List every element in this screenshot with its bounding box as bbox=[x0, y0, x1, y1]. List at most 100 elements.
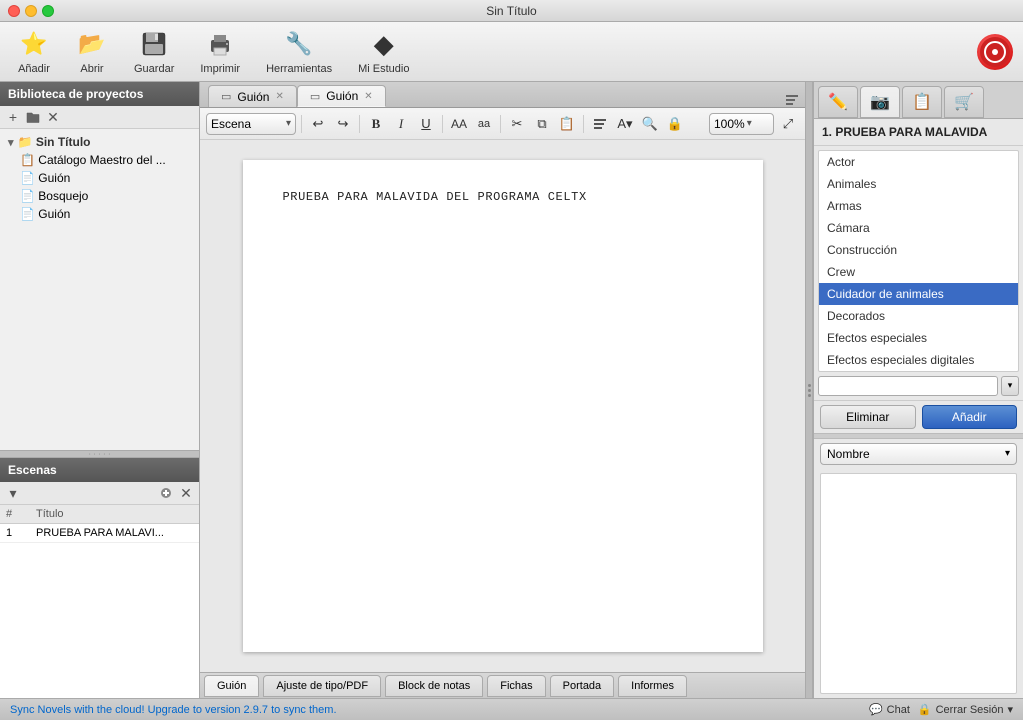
eliminar-button[interactable]: Eliminar bbox=[820, 405, 916, 429]
sidebar-add-btn[interactable]: + bbox=[5, 109, 21, 125]
script-text: PRUEBA PARA MALAVIDA DEL PROGRAMA CELTX bbox=[283, 190, 723, 204]
zoom-select[interactable]: 100% ▾ bbox=[709, 113, 774, 135]
zoom-value: 100% bbox=[714, 117, 745, 131]
category-armas[interactable]: Armas bbox=[819, 195, 1018, 217]
chat-label: Chat bbox=[887, 704, 910, 716]
tree-item-guion1[interactable]: 📄 Guión bbox=[12, 169, 199, 187]
paste-button[interactable]: 📋 bbox=[556, 113, 578, 135]
fullscreen-button[interactable]: ⤢ bbox=[777, 113, 799, 135]
tab-guion-1[interactable]: ▭ Guión ✕ bbox=[208, 85, 297, 107]
tab-portada[interactable]: Portada bbox=[550, 675, 615, 697]
right-panel-tabs: ✏️ 📷 📋 🛒 bbox=[814, 82, 1023, 119]
toolbar-save[interactable]: Guardar bbox=[126, 24, 182, 79]
right-tab-list[interactable]: 📋 bbox=[902, 86, 942, 118]
nombre-select[interactable]: Nombre ▾ bbox=[820, 443, 1017, 465]
toolbar-mystudio[interactable]: ◆ Mi Estudio bbox=[350, 24, 417, 79]
catalog-label: Catálogo Maestro del ... bbox=[38, 153, 165, 167]
category-camara[interactable]: Cámara bbox=[819, 217, 1018, 239]
right-divider[interactable] bbox=[814, 433, 1023, 439]
scenes-add-icon[interactable] bbox=[158, 485, 174, 501]
tab-fichas[interactable]: Fichas bbox=[487, 675, 545, 697]
library-title: Biblioteca de proyectos bbox=[8, 87, 143, 101]
tree-root[interactable]: ▾ 📁 Sin Título bbox=[0, 133, 199, 151]
tab-close-2[interactable]: ✕ bbox=[364, 91, 372, 102]
toolbar-print[interactable]: Imprimir bbox=[192, 24, 248, 79]
search-button[interactable]: 🔍 bbox=[639, 113, 661, 135]
sidebar-close-btn[interactable]: ✕ bbox=[45, 109, 61, 125]
table-row[interactable]: 1 PRUEBA PARA MALAVI... bbox=[0, 524, 199, 543]
anadir-button[interactable]: Añadir bbox=[922, 405, 1018, 429]
tree-item-bosquejo[interactable]: 📄 Bosquejo bbox=[12, 187, 199, 205]
sidebar-toolbar: + ✕ bbox=[0, 106, 199, 129]
add-icon: ⭐ bbox=[18, 28, 50, 60]
toolbar: ⭐ Añadir 📂 Abrir Guardar Imprimir bbox=[0, 22, 1023, 82]
category-animales[interactable]: Animales bbox=[819, 173, 1018, 195]
scissors-button[interactable]: ✂ bbox=[506, 113, 528, 135]
tab-block[interactable]: Block de notas bbox=[385, 675, 483, 697]
script-area[interactable]: PRUEBA PARA MALAVIDA DEL PROGRAMA CELTX bbox=[200, 140, 805, 672]
bosquejo-label: Bosquejo bbox=[38, 189, 88, 203]
bold-button[interactable]: B bbox=[365, 113, 387, 135]
right-tab-photo[interactable]: 📷 bbox=[860, 86, 900, 118]
tab-guion-2[interactable]: ▭ Guión ✕ bbox=[297, 85, 386, 107]
nombre-arrow: ▾ bbox=[1005, 448, 1010, 459]
celtx-logo bbox=[977, 34, 1013, 70]
scene-type-select[interactable]: Escena ▾ bbox=[206, 113, 296, 135]
guion2-label: Guión bbox=[38, 207, 70, 221]
category-cuidador[interactable]: Cuidador de animales bbox=[819, 283, 1018, 305]
toolbar-add[interactable]: ⭐ Añadir bbox=[10, 24, 58, 79]
scenes-table: # Título 1 PRUEBA PARA MALAVI... bbox=[0, 505, 199, 698]
resize-handle[interactable] bbox=[805, 82, 813, 698]
category-actor[interactable]: Actor bbox=[819, 151, 1018, 173]
sidebar-divider[interactable]: · · · · · bbox=[0, 450, 199, 458]
status-bar: Sync Novels with the cloud! Upgrade to v… bbox=[0, 698, 1023, 720]
scenes-panel: Escenas ▾ ✕ # bbox=[0, 458, 199, 698]
nombre-label: Nombre bbox=[827, 447, 870, 461]
sync-text[interactable]: Sync Novels with the cloud! Upgrade to v… bbox=[10, 704, 337, 716]
format-extra-button[interactable]: A▾ bbox=[614, 113, 636, 135]
font-large-button[interactable]: AA bbox=[448, 113, 470, 135]
font-small-button[interactable]: aa bbox=[473, 113, 495, 135]
tab-close-1[interactable]: ✕ bbox=[275, 91, 283, 102]
redo-button[interactable]: ↪ bbox=[332, 113, 354, 135]
close-button[interactable] bbox=[8, 5, 20, 17]
scene-type-value: Escena bbox=[211, 117, 251, 131]
tools-icon: 🔧 bbox=[283, 28, 315, 60]
underline-button[interactable]: U bbox=[415, 113, 437, 135]
tab-label-1: Guión bbox=[237, 90, 269, 104]
minimize-button[interactable] bbox=[25, 5, 37, 17]
scenes-expand-btn[interactable]: ▾ bbox=[5, 485, 21, 501]
category-construccion[interactable]: Construcción bbox=[819, 239, 1018, 261]
category-input[interactable] bbox=[818, 376, 998, 396]
input-row: ▾ bbox=[818, 376, 1019, 396]
category-decorados[interactable]: Decorados bbox=[819, 305, 1018, 327]
toolbar-tools[interactable]: 🔧 Herramientas bbox=[258, 24, 340, 79]
category-efectos-digitales[interactable]: Efectos especiales digitales bbox=[819, 349, 1018, 371]
lock-button[interactable]: 🔒 bbox=[664, 113, 686, 135]
right-tab-edit[interactable]: ✏️ bbox=[818, 86, 858, 118]
tree-item-catalog[interactable]: 📋 Catálogo Maestro del ... bbox=[12, 151, 199, 169]
scenes-delete-btn[interactable]: ✕ bbox=[178, 485, 194, 501]
divider-dots: · · · · · bbox=[88, 450, 110, 459]
undo-button[interactable]: ↩ bbox=[307, 113, 329, 135]
copy-button[interactable]: ⧉ bbox=[531, 113, 553, 135]
tab-icon-1: ▭ bbox=[221, 90, 231, 103]
right-tab-shop[interactable]: 🛒 bbox=[944, 86, 984, 118]
toolbar-open[interactable]: 📂 Abrir bbox=[68, 24, 116, 79]
italic-button[interactable]: I bbox=[390, 113, 412, 135]
sidebar-folder-btn[interactable] bbox=[25, 109, 41, 125]
window-title: Sin Título bbox=[486, 4, 536, 18]
category-crew[interactable]: Crew bbox=[819, 261, 1018, 283]
input-dropdown-arrow[interactable]: ▾ bbox=[1001, 376, 1019, 396]
tab-tools-icon bbox=[785, 93, 799, 107]
chat-button[interactable]: 💬 Chat bbox=[869, 703, 910, 716]
tab-informes[interactable]: Informes bbox=[618, 675, 687, 697]
tree-item-guion2[interactable]: 📄 Guión bbox=[12, 205, 199, 223]
tab-guion[interactable]: Guión bbox=[204, 675, 259, 697]
maximize-button[interactable] bbox=[42, 5, 54, 17]
align-button[interactable] bbox=[589, 113, 611, 135]
logout-button[interactable]: 🔒 Cerrar Sesión ▾ bbox=[918, 703, 1013, 716]
category-efectos[interactable]: Efectos especiales bbox=[819, 327, 1018, 349]
category-list: Actor Animales Armas Cámara Construcción… bbox=[818, 150, 1019, 372]
tab-ajuste[interactable]: Ajuste de tipo/PDF bbox=[263, 675, 381, 697]
